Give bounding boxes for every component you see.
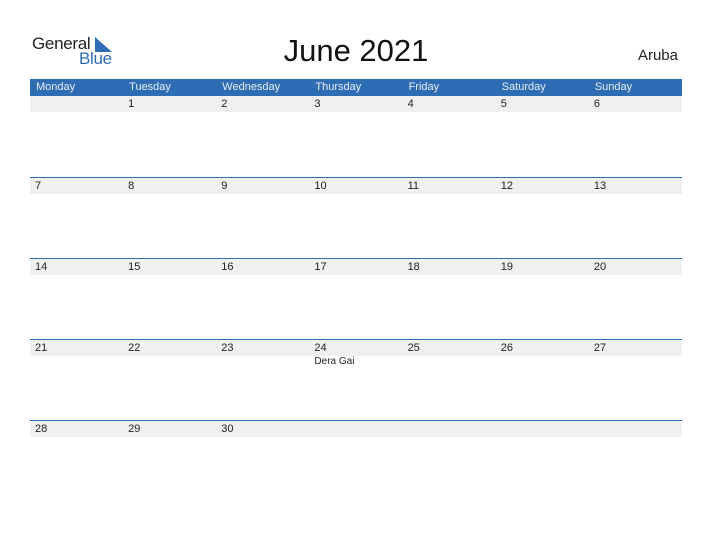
day-cell (403, 421, 496, 437)
day-cell: 13 (593, 180, 607, 192)
holiday-event: Dera Gai (314, 356, 355, 367)
week-row-4: 21 22 23 24 25 26 27 Dera Gai (30, 339, 682, 368)
weekday-thursday: Thursday (315, 81, 362, 93)
day-cell (589, 421, 682, 437)
event-cell (589, 356, 682, 368)
day-cell: 5 (500, 98, 507, 110)
day-cell: 18 (407, 261, 420, 273)
week-row-3: 14 15 16 17 18 19 20 (30, 258, 682, 275)
event-cell (30, 356, 123, 368)
day-cell: 3 (314, 98, 321, 110)
day-cell: 8 (128, 180, 135, 192)
day-cell: 9 (221, 180, 228, 192)
day-cell: 24 (314, 342, 327, 354)
day-cell: 2 (221, 98, 228, 110)
weekday-wednesday: Wednesday (222, 81, 281, 93)
week-row-2: 7 8 9 10 11 12 13 (30, 177, 682, 194)
week-row-1: 1 2 3 4 5 6 (30, 96, 682, 112)
event-cell (123, 356, 216, 368)
day-cell: 10 (314, 180, 327, 192)
day-cell: 12 (500, 180, 513, 192)
weekday-tuesday: Tuesday (129, 81, 171, 93)
day-cell: 25 (407, 342, 420, 354)
weekday-header: Monday Tuesday Wednesday Thursday Friday… (30, 79, 682, 96)
day-cell: 16 (221, 261, 234, 273)
event-cell (496, 356, 589, 368)
country-label: Aruba (637, 47, 678, 64)
day-cell: 1 (128, 98, 135, 110)
event-cell (216, 356, 309, 368)
day-cell: 27 (593, 342, 607, 354)
weekday-monday: Monday (36, 81, 76, 93)
day-cell (30, 96, 123, 112)
day-cell (309, 421, 402, 437)
day-cell: 14 (35, 261, 48, 273)
day-cell: 6 (593, 98, 600, 110)
day-cell: 20 (593, 261, 607, 273)
day-cell: 22 (128, 342, 141, 354)
day-cell: 11 (407, 180, 419, 192)
day-cell: 7 (35, 180, 42, 192)
event-cell (403, 356, 496, 368)
week-row-5: 28 29 30 (30, 420, 682, 437)
day-cell: 23 (221, 342, 234, 354)
day-cell: 17 (314, 261, 327, 273)
day-cell: 21 (35, 342, 48, 354)
day-cell: 15 (128, 261, 141, 273)
weekday-saturday: Saturday (501, 81, 546, 93)
calendar-title: June 2021 (283, 33, 429, 68)
weekday-sunday: Sunday (594, 81, 633, 93)
day-cell (496, 421, 589, 437)
day-cell: 28 (35, 423, 48, 435)
weekday-friday: Friday (408, 81, 440, 93)
day-cell: 19 (500, 261, 513, 273)
day-cell: 30 (221, 423, 234, 435)
day-cell: 4 (407, 98, 414, 110)
day-cell: 26 (500, 342, 513, 354)
day-cell: 29 (128, 423, 141, 435)
